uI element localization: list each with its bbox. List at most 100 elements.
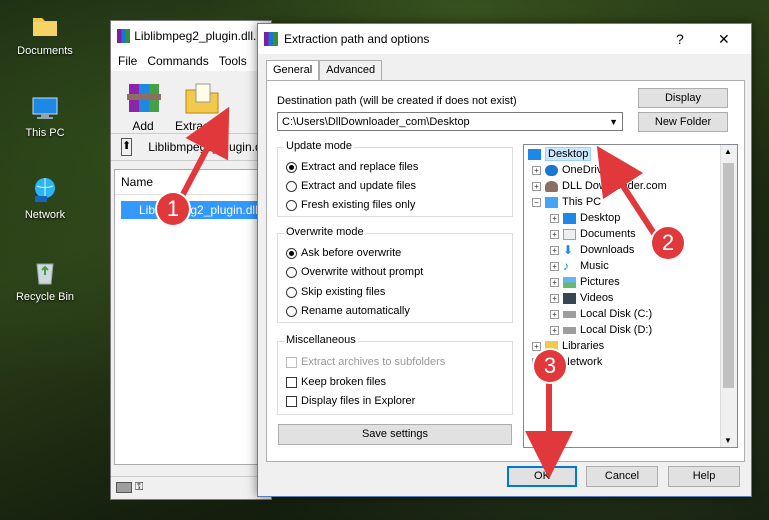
new-folder-button[interactable]: New Folder: [638, 112, 728, 132]
desktop-icon-this-pc[interactable]: This PC: [10, 92, 80, 139]
tree-item-desktop-root[interactable]: Desktop: [528, 147, 592, 161]
expand-icon[interactable]: +: [550, 245, 559, 255]
tab-advanced[interactable]: Advanced: [319, 60, 383, 80]
checkbox-icon[interactable]: [286, 376, 297, 388]
update-option-replace[interactable]: Extract and replace files: [286, 161, 418, 173]
desktop-icon-label: This PC: [25, 127, 65, 139]
menu-file[interactable]: File: [118, 54, 137, 68]
chevron-down-icon[interactable]: ▼: [609, 113, 618, 132]
radio-icon[interactable]: [286, 266, 297, 278]
tree-item-user[interactable]: + DLL Downloader.com: [532, 180, 667, 192]
menu-tools[interactable]: Tools: [219, 54, 247, 68]
misc-option-subfolders: Extract archives to subfolders: [286, 356, 445, 368]
misc-option-keep-broken[interactable]: Keep broken files: [286, 376, 386, 388]
collapse-icon[interactable]: −: [532, 197, 541, 207]
tree-label: OneDrive: [562, 164, 609, 176]
tree-item-desktop[interactable]: + Desktop: [550, 212, 620, 224]
update-mode-group: Update mode Extract and replace files Ex…: [277, 140, 513, 217]
extract-to-button[interactable]: Extract To: [175, 80, 228, 133]
update-option-fresh[interactable]: Fresh existing files only: [286, 199, 415, 211]
tree-label: Libraries: [562, 340, 605, 352]
tree-item-this-pc[interactable]: − This PC: [532, 196, 601, 208]
radio-icon[interactable]: [286, 161, 297, 173]
videos-icon: [563, 292, 576, 304]
option-label: Overwrite without prompt: [301, 266, 424, 278]
step-badge-2: 2: [652, 227, 684, 259]
overwrite-option-rename[interactable]: Rename automatically: [286, 305, 410, 317]
extraction-dialog: Extraction path and options ? ✕ General …: [257, 23, 752, 497]
winrar-app-icon: [117, 29, 131, 43]
folder-tree[interactable]: Desktop + OneDrive + DLL Downloader.com − T…: [523, 144, 738, 448]
ok-button[interactable]: OK: [507, 466, 577, 487]
cloud-icon: [545, 164, 558, 176]
tree-item-documents[interactable]: + Documents: [550, 228, 636, 240]
tree-item-music[interactable]: + ♪ Music: [550, 260, 609, 272]
tree-item-local-disk-c[interactable]: + Local Disk (C:): [550, 308, 652, 320]
tree-label: Music: [580, 260, 609, 272]
desktop-icon-label: Recycle Bin: [15, 291, 75, 303]
menu-commands[interactable]: Commands: [147, 54, 208, 68]
checkbox-icon[interactable]: [286, 395, 297, 407]
expand-icon[interactable]: +: [550, 309, 559, 319]
expand-icon[interactable]: +: [532, 181, 541, 191]
overwrite-option-skip[interactable]: Skip existing files: [286, 286, 385, 298]
disk-icon: [563, 326, 576, 334]
radio-icon[interactable]: [286, 199, 297, 211]
destination-path-value: C:\Users\DllDownloader_com\Desktop: [282, 116, 470, 128]
tree-scrollbar[interactable]: ▲ ▼: [720, 145, 737, 447]
column-header-name[interactable]: Name: [115, 170, 270, 195]
user-icon: [545, 180, 558, 192]
desktop-folder-icon: [528, 148, 541, 160]
network-icon: [35, 178, 55, 202]
expand-icon[interactable]: +: [532, 341, 541, 351]
radio-icon[interactable]: [286, 247, 297, 259]
option-label: Extract and update files: [301, 180, 416, 192]
radio-icon[interactable]: [286, 305, 297, 317]
winrar-menu-bar: File Commands Tools: [111, 51, 271, 71]
file-row[interactable]: Liblibmpeg2_plugin.dll: [121, 201, 270, 219]
misc-option-display-explorer[interactable]: Display files in Explorer: [286, 395, 415, 407]
help-icon[interactable]: ?: [676, 31, 684, 47]
tree-item-local-disk-d[interactable]: + Local Disk (D:): [550, 324, 652, 336]
scroll-up-icon[interactable]: ▲: [724, 147, 732, 156]
tree-item-onedrive[interactable]: + OneDrive: [532, 164, 608, 176]
tree-label: Downloads: [580, 244, 635, 256]
expand-icon[interactable]: +: [532, 165, 541, 175]
save-settings-button[interactable]: Save settings: [278, 424, 512, 445]
expand-icon[interactable]: +: [550, 229, 559, 239]
radio-icon[interactable]: [286, 286, 297, 298]
update-option-update[interactable]: Extract and update files: [286, 180, 416, 192]
tree-item-libraries[interactable]: + Libraries: [532, 340, 604, 352]
display-button[interactable]: Display: [638, 88, 728, 108]
winrar-toolbar: Add Extract To: [111, 71, 271, 134]
up-folder-icon[interactable]: ⬆: [121, 138, 133, 156]
expand-icon[interactable]: +: [550, 325, 559, 335]
tab-general[interactable]: General: [266, 60, 320, 80]
expand-icon[interactable]: +: [550, 277, 559, 287]
expand-icon[interactable]: +: [550, 213, 559, 223]
close-icon[interactable]: ✕: [718, 31, 730, 48]
expand-icon[interactable]: +: [550, 261, 559, 271]
add-button[interactable]: Add: [123, 80, 163, 133]
tree-label: Local Disk (D:): [580, 324, 653, 336]
tree-item-pictures[interactable]: + Pictures: [550, 276, 620, 288]
desktop-icon-network[interactable]: Network: [10, 174, 80, 221]
overwrite-option-overwrite[interactable]: Overwrite without prompt: [286, 266, 423, 278]
desktop-icon-recycle-bin[interactable]: Recycle Bin: [10, 256, 80, 303]
destination-path-input[interactable]: C:\Users\DllDownloader_com\Desktop ▼: [277, 112, 623, 131]
scrollbar-thumb[interactable]: [723, 163, 734, 388]
cancel-button[interactable]: Cancel: [586, 466, 658, 487]
add-archive-icon: [127, 84, 161, 112]
winrar-titlebar: Liblibmpeg2_plugin.dll.rar: [111, 21, 271, 51]
scroll-down-icon[interactable]: ▼: [724, 436, 732, 445]
option-label: Display files in Explorer: [301, 395, 416, 407]
overwrite-option-ask[interactable]: Ask before overwrite: [286, 247, 401, 259]
help-button[interactable]: Help: [668, 466, 740, 487]
expand-icon[interactable]: +: [550, 293, 559, 303]
tree-item-videos[interactable]: + Videos: [550, 292, 613, 304]
recycle-bin-icon: [36, 263, 54, 285]
radio-icon[interactable]: [286, 180, 297, 192]
desktop-icon-documents[interactable]: Documents: [10, 10, 80, 57]
tree-item-downloads[interactable]: + ⬇ Downloads: [550, 244, 634, 256]
tree-label: Documents: [580, 228, 636, 240]
